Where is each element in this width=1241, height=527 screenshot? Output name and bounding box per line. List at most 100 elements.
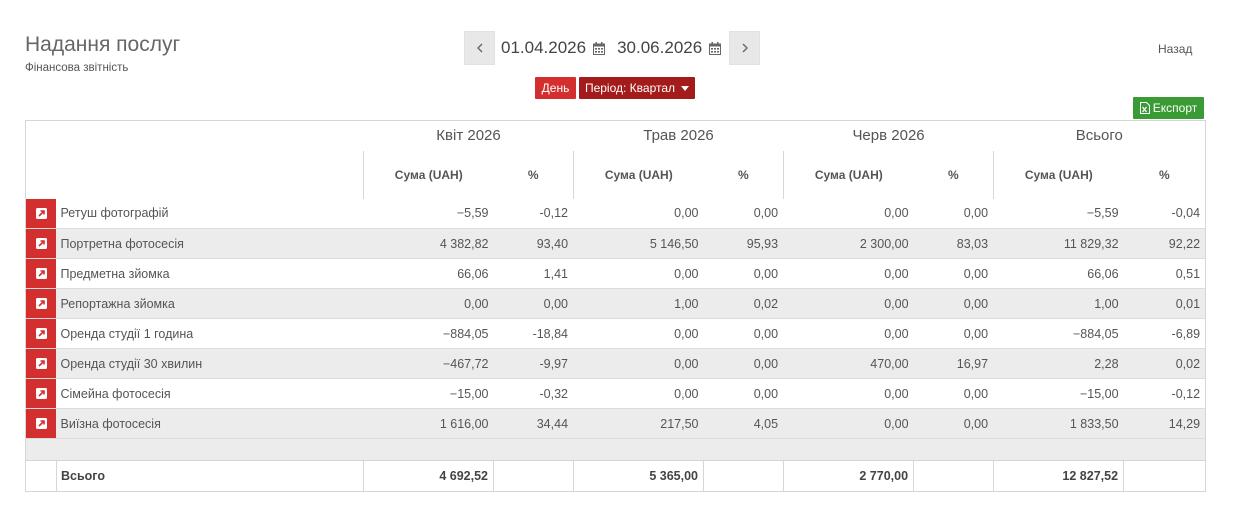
percent-cell: 0,02: [703, 288, 784, 319]
chevron-left-icon: [476, 40, 484, 57]
total-value: 4 692,52: [363, 460, 494, 492]
percent-cell: 0,00: [493, 288, 574, 319]
calendar-icon[interactable]: [593, 41, 606, 55]
back-link[interactable]: Назад: [1158, 42, 1192, 56]
date-from-value: 01.04.2026: [501, 38, 587, 57]
percent-column-header: %: [527, 167, 539, 182]
total-value: [492, 460, 574, 492]
sum-cell: 1 616,00: [363, 408, 494, 439]
service-name: Ретуш фотографій: [56, 198, 364, 229]
percent-cell: 0,02: [1123, 348, 1206, 379]
percent-cell: 0,00: [703, 318, 784, 349]
service-name: Репортажна зйомка: [56, 288, 364, 319]
percent-cell: 4,05: [703, 408, 784, 439]
external-link-icon: [35, 238, 47, 249]
table-row: Оренда студії 30 хвилин −467,72 -9,97 0,00 0…: [25, 348, 1206, 379]
sum-cell: 0,00: [783, 198, 914, 229]
service-name: Портретна фотосесія: [56, 228, 364, 259]
sum-column-header: Сума (UAH): [573, 150, 704, 199]
percent-cell: -0,32: [493, 378, 574, 409]
percent-cell: 0,51: [1123, 258, 1206, 289]
percent-cell: 92,22: [1123, 228, 1206, 259]
sum-cell: 2,28: [993, 348, 1124, 379]
calendar-icon[interactable]: [709, 41, 722, 55]
percent-cell: 34,44: [493, 408, 574, 439]
external-link-icon: [35, 298, 47, 309]
table-row: Портретна фотосесія 4 382,82 93,40 5 146,50…: [25, 228, 1206, 259]
percent-cell: 0,00: [703, 258, 784, 289]
date-from-field[interactable]: 01.04.2026: [495, 31, 613, 65]
header-blank: [26, 121, 364, 151]
percent-cell: 0,00: [913, 198, 994, 229]
percent-cell: -0,04: [1123, 198, 1206, 229]
report-table: Квіт 2026 Трав 2026 Черв 2026 Всього Сум…: [25, 120, 1207, 492]
open-details-button[interactable]: [26, 319, 56, 348]
percent-cell: 0,00: [913, 288, 994, 319]
open-details-button[interactable]: [26, 229, 56, 258]
table-row: Ретуш фотографій −5,59 -0,12 0,00 0,00 0,00 0,…: [25, 198, 1206, 229]
open-details-button[interactable]: [26, 198, 56, 228]
next-period-button[interactable]: [729, 31, 761, 65]
sum-cell: 0,00: [363, 288, 494, 319]
percent-cell: 1,41: [493, 258, 574, 289]
table-row: Оренда студії 1 година −884,05 -18,84 0,00 0…: [25, 318, 1206, 349]
sum-cell: 1 833,50: [993, 408, 1124, 439]
sum-cell: −884,05: [993, 318, 1124, 349]
sum-cell: 5 146,50: [573, 228, 704, 259]
total-value: 12 827,52: [993, 460, 1124, 492]
percent-cell: 0,00: [913, 408, 994, 439]
percent-column-header: %: [737, 167, 749, 182]
total-icon-cell: [26, 461, 57, 492]
sum-cell: 0,00: [573, 378, 704, 409]
row-action-cell: [25, 378, 57, 409]
date-to-field[interactable]: 30.06.2026: [613, 31, 729, 65]
percent-cell: 93,40: [493, 228, 574, 259]
period-label: Період: Квартал: [584, 81, 676, 95]
chevron-right-icon: [741, 40, 749, 57]
percent-cell: -9,97: [493, 348, 574, 379]
total-row: Всього 4 692,52 5 365,00 2 770,00 12 827…: [26, 460, 1206, 492]
open-details-button[interactable]: [26, 289, 56, 318]
total-value: 5 365,00: [573, 460, 704, 492]
sum-cell: −5,59: [993, 198, 1124, 229]
sum-cell: 217,50: [573, 408, 704, 439]
export-button[interactable]: Експорт: [1133, 97, 1204, 119]
open-details-button[interactable]: [26, 349, 56, 378]
percent-cell: 0,00: [913, 378, 994, 409]
sum-cell: 0,00: [783, 258, 914, 289]
prev-period-button[interactable]: [464, 31, 495, 65]
percent-cell: 0,00: [703, 378, 784, 409]
row-action-cell: [25, 198, 57, 229]
day-button[interactable]: День: [535, 77, 576, 99]
sum-cell: 1,00: [573, 288, 704, 319]
percent-cell: 0,00: [913, 258, 994, 289]
header-row-periods: Квіт 2026 Трав 2026 Черв 2026 Всього: [26, 121, 1206, 151]
row-action-cell: [25, 318, 57, 349]
spacer-row: [25, 438, 1206, 461]
open-details-button[interactable]: [26, 379, 56, 408]
date-to-value: 30.06.2026: [617, 38, 703, 57]
sum-cell: −884,05: [363, 318, 494, 349]
header-row-columns: Сума (UAH) % Сума (UAH) % Сума (UAH) % С…: [26, 150, 1206, 199]
sum-cell: −5,59: [363, 198, 494, 229]
sum-cell: 66,06: [363, 258, 494, 289]
sum-cell: 470,00: [783, 348, 914, 379]
total-value: [913, 460, 994, 492]
external-link-icon: [35, 388, 47, 399]
sum-cell: −15,00: [363, 378, 494, 409]
sum-cell: 2 300,00: [783, 228, 914, 259]
header-blank: [26, 151, 364, 199]
external-link-icon: [35, 328, 47, 339]
total-label: Всього: [56, 460, 364, 492]
external-link-icon: [35, 207, 47, 219]
percent-cell: 0,01: [1123, 288, 1206, 319]
open-details-button[interactable]: [26, 259, 56, 288]
percent-cell: 16,97: [913, 348, 994, 379]
table-row: Виїзна фотосесія 1 616,00 34,44 217,50 4,05 0…: [25, 408, 1206, 439]
row-action-cell: [25, 228, 57, 259]
total-value: 2 770,00: [783, 460, 914, 492]
period-dropdown[interactable]: Період: Квартал: [579, 77, 695, 99]
sum-column-header: Сума (UAH): [783, 150, 914, 199]
open-details-button[interactable]: [26, 409, 56, 438]
spacer-cell: [25, 438, 1206, 461]
